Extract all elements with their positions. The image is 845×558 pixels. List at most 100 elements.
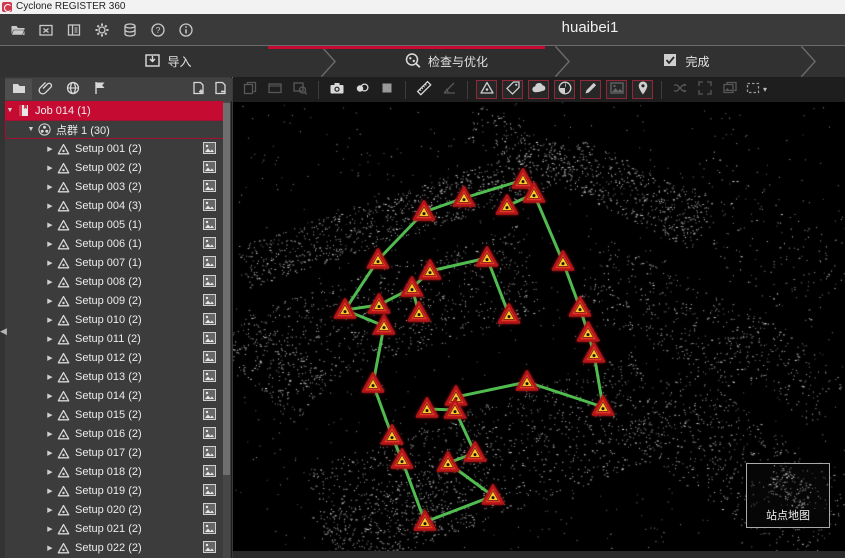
- select-square-button[interactable]: [376, 80, 398, 100]
- project-explorer-tab[interactable]: [5, 79, 32, 100]
- tree-item-setup[interactable]: ▶Setup 014 (2): [5, 386, 224, 405]
- setup-marker[interactable]: [517, 372, 537, 390]
- expand-caret-icon[interactable]: ▶: [45, 221, 55, 229]
- link-line[interactable]: [402, 460, 425, 522]
- expand-caret-icon[interactable]: ▶: [45, 392, 55, 400]
- setup-image-icon[interactable]: [203, 522, 216, 537]
- link-line[interactable]: [534, 194, 563, 262]
- tree-item-setup[interactable]: ▶Setup 001 (2): [5, 139, 224, 158]
- setup-marker[interactable]: [465, 443, 485, 461]
- protractor-button[interactable]: [438, 80, 460, 100]
- setup-marker[interactable]: [382, 426, 402, 444]
- setup-image-icon[interactable]: [203, 199, 216, 214]
- pencil-button[interactable]: [580, 80, 601, 99]
- tree-item-setup[interactable]: ▶Setup 013 (2): [5, 367, 224, 386]
- setup-marker[interactable]: [369, 295, 389, 313]
- about-button[interactable]: [174, 18, 198, 42]
- setup-image-icon[interactable]: [203, 427, 216, 442]
- tree-item-setup[interactable]: ▶Setup 022 (2): [5, 538, 224, 557]
- open-project-button[interactable]: [6, 18, 30, 42]
- setup-image-icon[interactable]: [203, 446, 216, 461]
- tree-item-setup[interactable]: ▶Setup 008 (2): [5, 272, 224, 291]
- setup-marker[interactable]: [417, 399, 437, 417]
- tree-item-setup[interactable]: ▶Setup 003 (2): [5, 177, 224, 196]
- sitemap-canvas[interactable]: 站点地图: [233, 102, 845, 551]
- setup-marker[interactable]: [570, 298, 590, 316]
- setup-marker[interactable]: [584, 344, 604, 362]
- setup-marker[interactable]: [578, 323, 598, 341]
- expand-caret-icon[interactable]: ▶: [45, 202, 55, 210]
- setup-marker[interactable]: [409, 303, 429, 321]
- expand-button[interactable]: [694, 80, 716, 100]
- link-line[interactable]: [425, 496, 493, 522]
- remove-bundle-button[interactable]: [210, 80, 232, 100]
- shuffle-button[interactable]: [669, 80, 691, 100]
- expand-caret-icon[interactable]: ▶: [45, 145, 55, 153]
- camera-button[interactable]: [326, 80, 348, 100]
- tag-button[interactable]: [502, 80, 523, 99]
- expand-caret-icon[interactable]: ▶: [45, 525, 55, 533]
- expand-caret-icon[interactable]: ▶: [45, 183, 55, 191]
- tree-item-setup[interactable]: ▶Setup 010 (2): [5, 310, 224, 329]
- tree-item-setup[interactable]: ▶Setup 011 (2): [5, 329, 224, 348]
- expand-caret-icon[interactable]: ▶: [45, 506, 55, 514]
- setup-marker[interactable]: [513, 170, 533, 188]
- tree-scrollbar-thumb[interactable]: [223, 103, 230, 475]
- orbit-button[interactable]: [351, 80, 373, 100]
- expand-caret-icon[interactable]: ▶: [45, 354, 55, 362]
- workflow-step-finalize[interactable]: 完成: [556, 46, 816, 77]
- expand-caret-icon[interactable]: ▶: [45, 430, 55, 438]
- tree-item-setup[interactable]: ▶Setup 019 (2): [5, 481, 224, 500]
- tree-item-setup[interactable]: ▶Setup 017 (2): [5, 443, 224, 462]
- tree-item-setup[interactable]: ▶Setup 007 (1): [5, 253, 224, 272]
- setup-image-icon[interactable]: [203, 389, 216, 404]
- setup-image-icon[interactable]: [203, 142, 216, 157]
- setup-image-icon[interactable]: [203, 408, 216, 423]
- expand-caret-icon[interactable]: ▶: [45, 278, 55, 286]
- setup-image-icon[interactable]: [203, 237, 216, 252]
- expand-caret-icon[interactable]: ▶: [45, 297, 55, 305]
- tree-item-setup[interactable]: ▶Setup 015 (2): [5, 405, 224, 424]
- setup-image-icon[interactable]: [203, 218, 216, 233]
- image-button[interactable]: [606, 80, 627, 99]
- window-button[interactable]: [264, 80, 286, 100]
- setup-triangle-button[interactable]: [476, 80, 497, 99]
- setup-image-icon[interactable]: [203, 503, 216, 518]
- expand-caret-icon[interactable]: ▶: [45, 544, 55, 552]
- web-tab[interactable]: [59, 79, 86, 100]
- settings-button[interactable]: [90, 18, 114, 42]
- expand-caret-icon[interactable]: ▶: [45, 259, 55, 267]
- expand-caret-icon[interactable]: ▶: [45, 487, 55, 495]
- setup-marker[interactable]: [392, 450, 412, 468]
- setup-image-icon[interactable]: [203, 484, 216, 499]
- setup-marker[interactable]: [483, 486, 503, 504]
- expand-caret-icon[interactable]: ▶: [45, 316, 55, 324]
- copy-button[interactable]: [239, 80, 261, 100]
- help-button[interactable]: ?: [146, 18, 170, 42]
- setup-image-icon[interactable]: [203, 275, 216, 290]
- setup-image-icon[interactable]: [203, 541, 216, 556]
- tree-scrollbar[interactable]: [223, 101, 230, 558]
- tree-item-setup[interactable]: ▶Setup 016 (2): [5, 424, 224, 443]
- minimap-panel[interactable]: 站点地图: [746, 463, 830, 528]
- sites-tab[interactable]: [86, 79, 113, 100]
- expand-caret-icon[interactable]: ▶: [45, 411, 55, 419]
- workflow-step-import[interactable]: 导入: [0, 46, 336, 77]
- collapse-caret-icon[interactable]: ▼: [5, 107, 15, 114]
- setup-image-icon[interactable]: [203, 351, 216, 366]
- add-bundle-button[interactable]: [188, 80, 210, 100]
- tree-item-setup[interactable]: ▶Setup 009 (2): [5, 291, 224, 310]
- setup-image-icon[interactable]: [203, 313, 216, 328]
- attachments-tab[interactable]: [32, 79, 59, 100]
- tree-item-setup[interactable]: ▶Setup 002 (2): [5, 158, 224, 177]
- zoom-region-button[interactable]: [289, 80, 311, 100]
- expand-caret-icon[interactable]: ▶: [45, 335, 55, 343]
- setup-marker[interactable]: [553, 252, 573, 270]
- expand-caret-icon[interactable]: ▶: [45, 164, 55, 172]
- tree-item-job[interactable]: ▼ Job 014 (1): [5, 101, 224, 120]
- expand-caret-icon[interactable]: ▶: [45, 449, 55, 457]
- ruler-button[interactable]: [413, 80, 435, 100]
- tree-item-setup[interactable]: ▶Setup 004 (3): [5, 196, 224, 215]
- close-project-button[interactable]: [34, 18, 58, 42]
- tree-item-setup[interactable]: ▶Setup 021 (2): [5, 519, 224, 538]
